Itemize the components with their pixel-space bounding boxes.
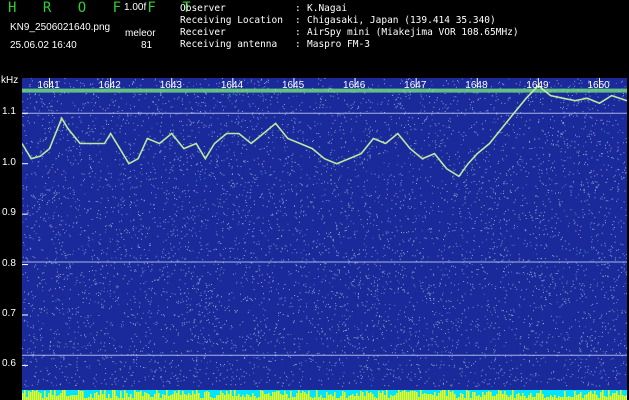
y-tick-label: 0.9: [2, 207, 16, 219]
x-tick-label: 1648: [465, 80, 488, 91]
x-tick-label: 1646: [343, 80, 366, 91]
timestamp: 25.06.02 16:40: [10, 40, 77, 51]
info-value: Maspro FM-3: [307, 39, 370, 50]
spectrogram-plot: [22, 78, 627, 400]
y-axis-unit: kHz: [1, 75, 19, 86]
x-tick-label: 1642: [98, 80, 121, 91]
y-tick-label: 0.6: [2, 358, 16, 370]
info-value: K.Nagai: [307, 3, 348, 14]
meteor-label: meleor: [125, 28, 156, 39]
info-colon: :: [295, 27, 301, 38]
image-filename: KN9_2506021640.png: [10, 22, 111, 33]
header-panel: H R O F F T 1.00f KN9_2506021640.png 25.…: [0, 0, 629, 76]
info-colon: :: [295, 3, 301, 14]
info-location: Receiving Location: Chigasaki, Japan (139…: [180, 15, 496, 26]
info-key: Receiving Location: [180, 15, 283, 26]
x-tick-label: 1647: [404, 80, 427, 91]
info-key: Observer: [180, 3, 226, 14]
x-tick-label: 1643: [159, 80, 182, 91]
info-key: Receiver: [180, 27, 226, 38]
x-tick-label: 1641: [37, 80, 60, 91]
info-observer: Observer: K.Nagai: [180, 3, 347, 14]
spectrogram-svg: [22, 78, 627, 400]
meteor-count: 81: [141, 40, 153, 51]
x-tick-label: 1649: [526, 80, 549, 91]
app-brand: H R O F F T: [8, 0, 200, 16]
info-receiver: Receiver: AirSpy mini (Miakejima VOR 108.…: [180, 27, 519, 38]
y-tick-label: 1.1: [2, 106, 16, 118]
app-version: 1.00f: [124, 2, 147, 13]
info-value: AirSpy mini (Miakejima VOR 108.65MHz): [307, 27, 519, 38]
y-tick-label: 0.7: [2, 307, 16, 319]
info-key: Receiving antenna: [180, 39, 278, 50]
info-antenna: Receiving antenna: Maspro FM-3: [180, 39, 370, 50]
y-tick-label: 0.8: [2, 257, 16, 269]
x-tick-label: 1650: [587, 80, 610, 91]
info-value: Chigasaki, Japan (139.414 35.340): [307, 15, 496, 26]
x-tick-label: 1645: [281, 80, 305, 91]
y-tick-label: 1.0: [2, 156, 16, 168]
info-colon: :: [295, 15, 301, 26]
x-tick-label: 1644: [220, 80, 244, 91]
info-colon: :: [295, 39, 301, 50]
